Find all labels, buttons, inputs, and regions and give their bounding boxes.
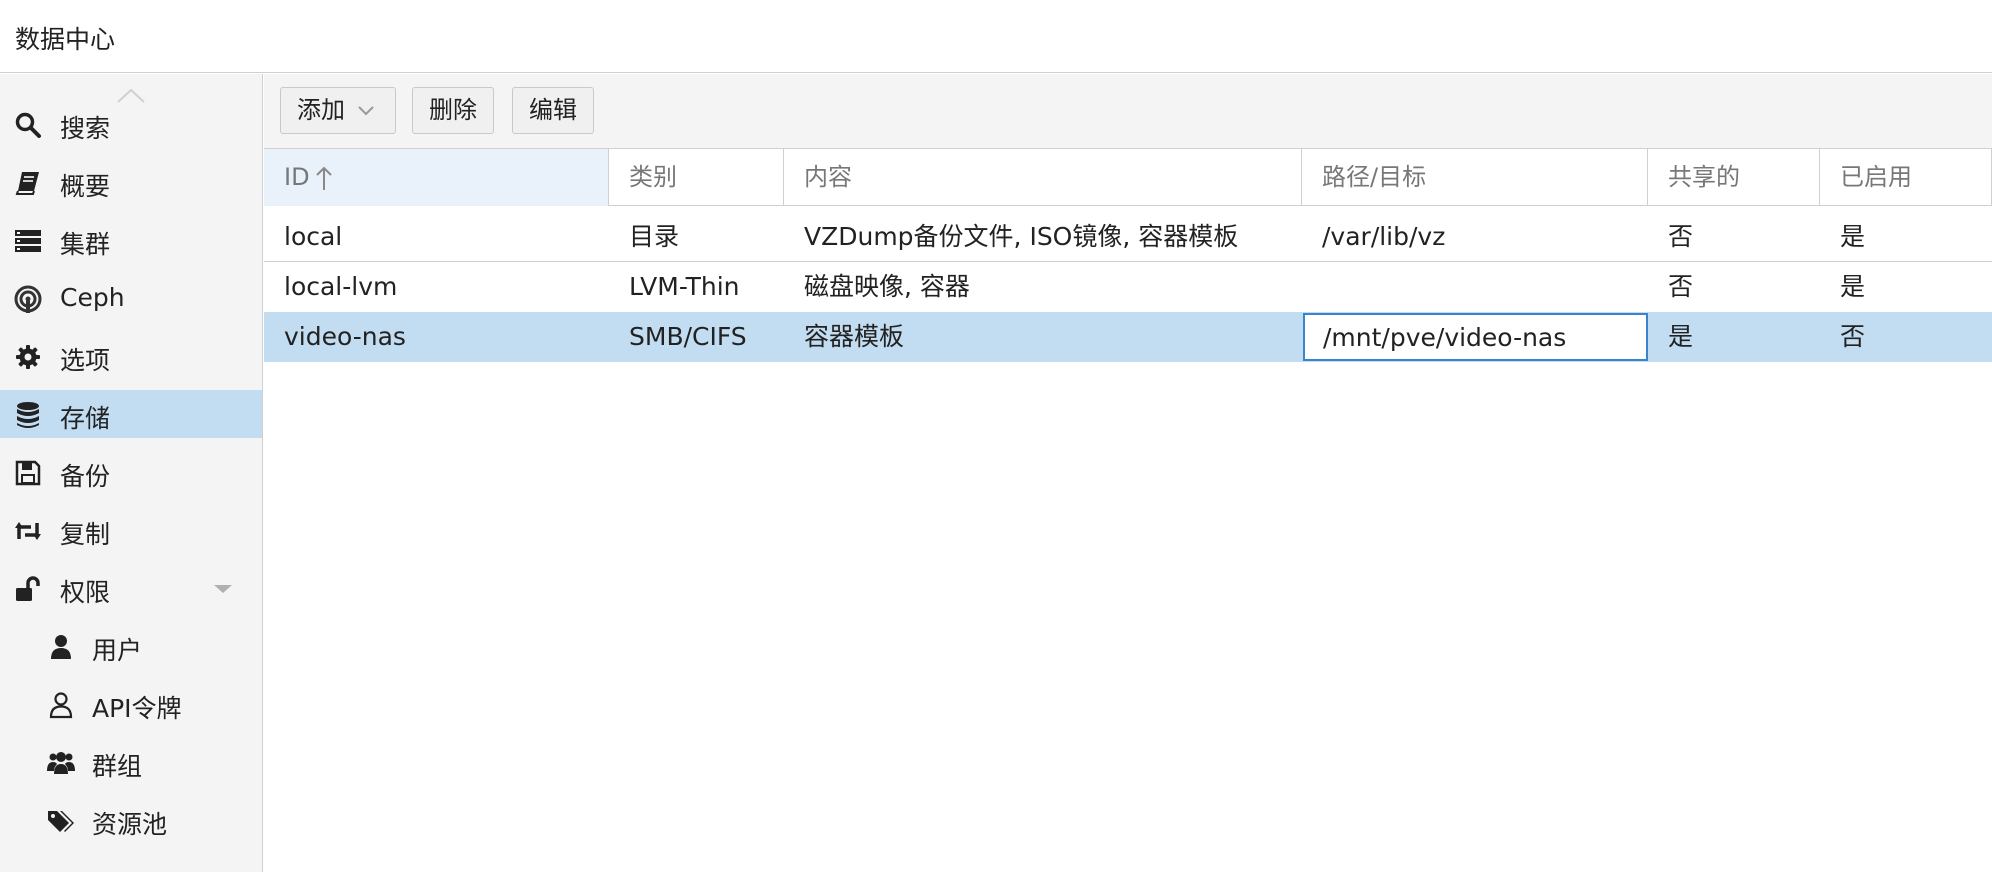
table-row-selected[interactable]: video-nas SMB/CIFS 容器模板 /mnt/pve/video-n… [264,312,1992,362]
sidebar-item-groups[interactable]: 群组 [0,738,262,786]
edit-button[interactable]: 编辑 [512,87,594,134]
sidebar-item-cluster[interactable]: 集群 [0,216,262,264]
floppy-icon [15,460,41,486]
tags-icon [48,811,74,832]
column-header-enabled[interactable]: 已启用 [1820,149,1992,206]
sort-ascending-icon [315,166,332,190]
sidebar-item-label: 备份 [60,462,111,491]
unlock-icon [16,576,40,601]
cell-type: 目录 [629,222,680,251]
column-header-label: ID [284,163,310,191]
delete-button[interactable]: 删除 [412,87,494,134]
sidebar-item-api-tokens[interactable]: API令牌 [0,680,262,728]
sidebar-item-storage[interactable]: 存储 [0,390,262,438]
cell-shared: 否 [1668,272,1694,301]
toolbar: 添加 删除 编辑 [264,74,1992,148]
cell-path [1302,262,1648,312]
cell-enabled: 是 [1840,222,1866,251]
sidebar-item-backup[interactable]: 备份 [0,448,262,496]
cell-id: video-nas [284,322,406,351]
grid-header: ID 类别 内容 路径/目标 共享的 已启用 [264,148,1992,206]
user-outline-icon [49,692,73,719]
column-header-label: 共享的 [1668,163,1740,191]
search-icon [15,112,41,138]
user-icon [51,635,71,659]
sidebar-item-search[interactable]: 搜索 [0,100,262,148]
sidebar-item-label: 复制 [60,520,111,549]
cell-shared: 是 [1668,322,1694,351]
sidebar-item-replication[interactable]: 复制 [0,506,262,554]
users-icon [47,752,75,774]
top-header: 数据中心 [0,0,1992,73]
cell-id: local [284,222,343,251]
cell-content: 容器模板 [804,322,905,351]
cell-content: 磁盘映像, 容器 [804,272,970,301]
sidebar-item-label: 选项 [60,346,111,375]
sidebar-item-permissions[interactable]: 权限 [0,564,262,612]
cell-enabled: 是 [1840,272,1866,301]
sidebar-item-label: API令牌 [92,694,182,723]
delete-button-label: 删除 [429,96,477,124]
sidebar-item-ceph[interactable]: Ceph [0,274,262,322]
cell-shared: 否 [1668,222,1694,251]
sidebar-item-label: 概要 [60,172,111,201]
sidebar-item-summary[interactable]: 概要 [0,158,262,206]
column-header-label: 路径/目标 [1322,163,1427,191]
sidebar-item-pools[interactable]: 资源池 [0,796,262,844]
server-icon [15,230,41,252]
sidebar-item-label: 资源池 [92,810,168,839]
add-button[interactable]: 添加 [280,87,396,134]
page-title: 数据中心 [15,25,116,54]
chevron-down-icon[interactable] [212,583,234,595]
cell-id: local-lvm [284,272,398,301]
retweet-icon [15,522,41,540]
cell-enabled: 否 [1840,322,1866,351]
column-header-id[interactable]: ID [264,149,609,206]
gear-icon [16,345,40,369]
sidebar-item-options[interactable]: 选项 [0,332,262,380]
sidebar-item-label: 群组 [92,752,143,781]
database-icon [17,402,39,428]
chevron-down-icon [358,106,374,116]
column-header-path[interactable]: 路径/目标 [1302,149,1648,206]
storage-panel: 添加 删除 编辑 ID 类别 内容 路径/目标 共享的 已启用 local 目录… [264,74,1992,872]
edit-button-label: 编辑 [529,96,577,124]
table-row[interactable]: local-lvm LVM-Thin 磁盘映像, 容器 否 是 [264,262,1992,312]
cell-content: VZDump备份文件, ISO镜像, 容器模板 [804,222,1239,251]
column-header-type[interactable]: 类别 [609,149,784,206]
column-header-label: 已启用 [1840,163,1912,191]
column-header-label: 内容 [804,163,852,191]
sidebar-item-label: 用户 [92,636,143,665]
column-header-label: 类别 [629,163,677,191]
sidebar-item-label: 权限 [60,578,111,607]
cell-type: LVM-Thin [629,272,740,301]
sidebar-nav: 搜索 概要 集群 Ceph 选项 存储 备份 复制 权限 用户 API令牌 群组… [0,74,263,872]
table-row[interactable]: local 目录 VZDump备份文件, ISO镜像, 容器模板 /var/li… [264,212,1992,262]
sidebar-item-users[interactable]: 用户 [0,622,262,670]
cell-path: /var/lib/vz [1322,222,1446,251]
add-button-label: 添加 [297,96,345,124]
sidebar-item-label: Ceph [60,283,125,312]
ceph-icon [14,285,42,313]
sidebar-item-label: 集群 [60,230,111,259]
cell-path-focused[interactable]: /mnt/pve/video-nas [1303,313,1648,361]
cell-type: SMB/CIFS [629,322,747,351]
sidebar-item-label: 存储 [60,404,111,433]
column-header-shared[interactable]: 共享的 [1648,149,1820,206]
book-icon [15,172,39,195]
sidebar-item-label: 搜索 [60,114,111,143]
column-header-content[interactable]: 内容 [784,149,1302,206]
